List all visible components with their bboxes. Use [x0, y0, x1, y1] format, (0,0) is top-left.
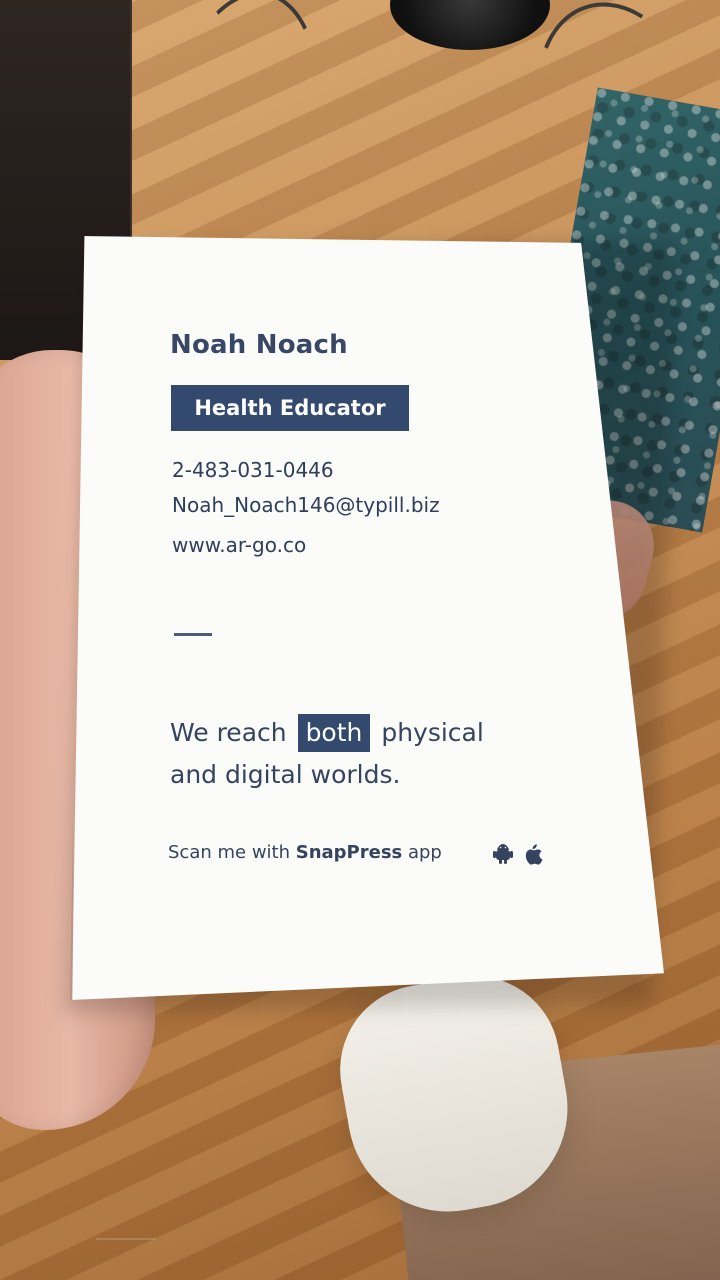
scan-text: Scan me with SnapPress app [168, 842, 442, 863]
person-name: Noah Noach [170, 330, 348, 360]
scan-brand: SnapPress [295, 842, 403, 863]
background-highlight [96, 1238, 156, 1240]
cable [148, 0, 340, 259]
photo-scene: Noah Noach Health Educator 2-483-031-044… [0, 0, 720, 1280]
scan-instruction: Scan me with SnapPress app [168, 840, 558, 874]
job-title-badge: Health Educator [171, 385, 409, 431]
tagline-highlight: both [297, 714, 371, 752]
card-edge [70, 236, 665, 1000]
tagline-line-1: We reach both physical [170, 712, 530, 754]
tagline: We reach both physical and digital world… [170, 712, 530, 796]
scan-suffix: app [402, 842, 442, 863]
apple-icon [520, 840, 546, 866]
tagline-suffix: physical [381, 718, 484, 747]
phone-number: 2-483-031-0446 [172, 458, 334, 482]
tagline-prefix: We reach [170, 718, 287, 747]
divider-line [174, 633, 212, 636]
tagline-line-2: and digital worlds. [170, 760, 401, 789]
black-object [390, 0, 550, 50]
email-address: Noah_Noach146@typill.biz [172, 493, 440, 517]
scan-prefix: Scan me with [168, 842, 296, 863]
platform-icons [490, 840, 550, 870]
android-icon [490, 840, 516, 866]
website-url: www.ar-go.co [172, 533, 307, 557]
